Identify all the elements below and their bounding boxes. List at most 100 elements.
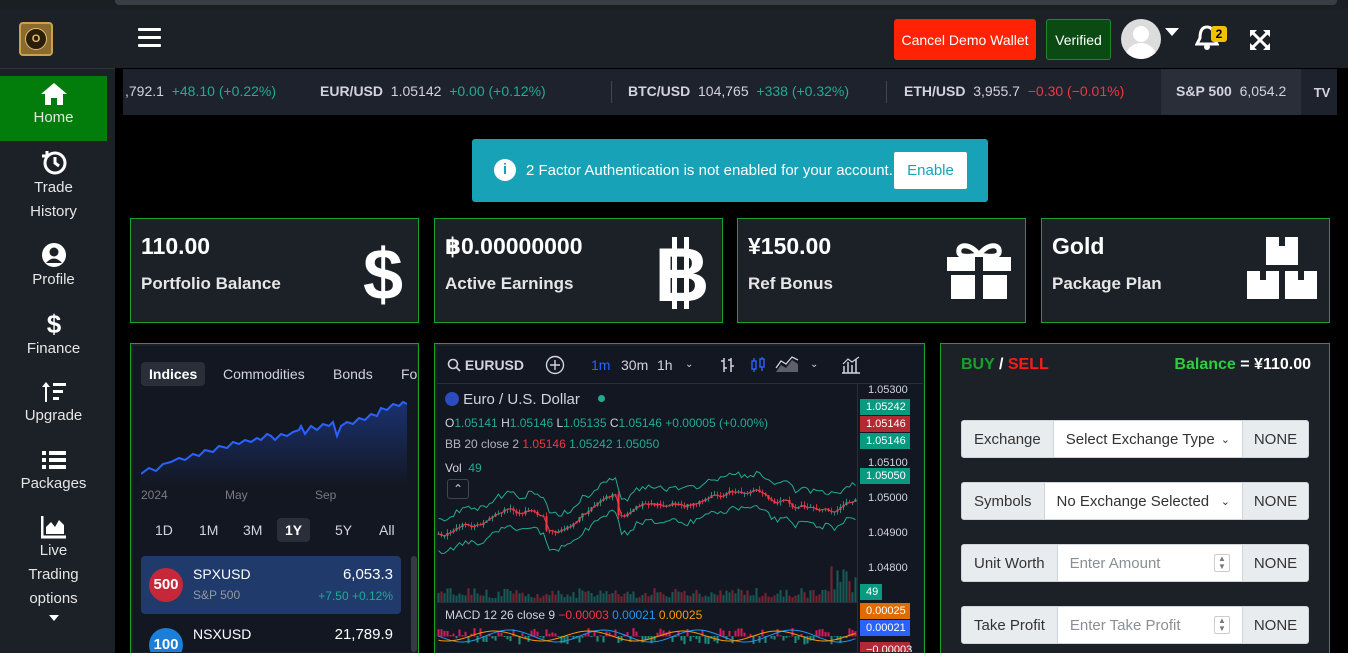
- interval-1h[interactable]: 1h: [657, 357, 673, 373]
- volume-bar: [578, 588, 581, 602]
- volume-bar: [548, 595, 551, 602]
- menu-icon[interactable]: [138, 28, 161, 48]
- candle: [728, 487, 731, 496]
- cancel-demo-wallet-button[interactable]: Cancel Demo Wallet: [894, 19, 1036, 60]
- indicators-icon[interactable]: [841, 356, 861, 377]
- sidebar-item-label: Upgrade: [24, 407, 83, 424]
- enable-2fa-button[interactable]: Enable: [894, 152, 967, 189]
- macd-bar: [704, 636, 707, 644]
- ticker-item[interactable]: BTC/USD 104,765 +338 (+0.32%): [628, 83, 849, 99]
- symbols-row: Symbols No Exchange Selected ⌄ NONE: [961, 482, 1309, 520]
- volume-bar: [785, 589, 788, 602]
- card-label: Active Earnings: [445, 274, 574, 293]
- volume-bar: [818, 594, 821, 602]
- macd-bar: [692, 636, 695, 638]
- tab-indices[interactable]: Indices: [141, 362, 206, 386]
- number-spinner-icon[interactable]: ▲ ▼: [1214, 554, 1230, 572]
- ticker-item[interactable]: ,792.1 +48.10 (+0.22%): [125, 83, 276, 99]
- macd-bar: [680, 636, 683, 641]
- symbols-suffix: NONE: [1243, 482, 1309, 520]
- quote-row[interactable]: 100 NSXUSD 21,789.9: [141, 616, 401, 652]
- home-icon: [40, 83, 67, 105]
- macd-bar: [545, 629, 548, 637]
- avatar[interactable]: [1121, 19, 1161, 59]
- macd-bar: [443, 630, 446, 637]
- chevron-down-icon[interactable]: ⌄: [810, 359, 818, 370]
- notification-count-badge: 2: [1211, 26, 1227, 42]
- candle: [650, 499, 653, 506]
- range-1y[interactable]: 1Y: [277, 518, 311, 542]
- buy-label[interactable]: BUY: [961, 356, 995, 373]
- sidebar-item-upgrade[interactable]: Upgrade: [0, 380, 107, 430]
- price-tag: −0.00003: [860, 642, 912, 652]
- tradingview-logo-icon[interactable]: TV: [1307, 69, 1337, 115]
- chevron-down-icon[interactable]: [1165, 28, 1179, 36]
- macd-bar: [590, 636, 593, 638]
- ticker-item[interactable]: EUR/USD 1.05142 +0.00 (+0.12%): [320, 83, 546, 99]
- symbols-select[interactable]: No Exchange Selected ⌄: [1044, 482, 1243, 520]
- volume-bar: [824, 589, 827, 602]
- number-spinner-icon[interactable]: ▲ ▼: [1214, 616, 1230, 634]
- volume-bar: [740, 590, 743, 602]
- sidebar-item-live-trading[interactable]: Live Trading options: [0, 515, 107, 635]
- volume-bar: [845, 571, 848, 602]
- tab-bonds[interactable]: Bonds: [325, 362, 381, 386]
- take-profit-suffix: NONE: [1243, 606, 1309, 644]
- scrollbar[interactable]: [411, 556, 417, 652]
- verified-badge[interactable]: Verified: [1046, 19, 1111, 60]
- chevron-down-icon: [48, 615, 59, 621]
- exchange-select[interactable]: Select Exchange Type ⌄: [1053, 420, 1243, 458]
- range-5y[interactable]: 5Y: [327, 518, 360, 542]
- macd-bar: [614, 629, 617, 637]
- macd-bar: [749, 633, 752, 637]
- compare-icon[interactable]: [545, 355, 565, 378]
- volume-bar: [557, 590, 560, 602]
- unit-worth-input[interactable]: Enter Amount ▲ ▼: [1057, 544, 1243, 582]
- range-1d[interactable]: 1D: [147, 518, 181, 542]
- range-all[interactable]: All: [371, 518, 403, 542]
- volume-bar: [728, 592, 731, 602]
- ticker-tape[interactable]: ,792.1 +48.10 (+0.22%) EUR/USD 1.05142 +…: [123, 69, 1337, 115]
- volume-bar: [716, 595, 719, 602]
- symbol-search[interactable]: EURUSD: [447, 357, 524, 373]
- fullscreen-icon[interactable]: [1248, 28, 1272, 57]
- sidebar-item-trade-history[interactable]: Trade History: [0, 150, 107, 222]
- volume-bar: [797, 594, 800, 602]
- sell-label[interactable]: SELL: [1008, 356, 1049, 373]
- candle: [803, 501, 806, 510]
- take-profit-input[interactable]: Enter Take Profit ▲ ▼: [1057, 606, 1243, 644]
- tab-forex[interactable]: Fo: [393, 362, 417, 386]
- brand-logo[interactable]: O: [19, 22, 53, 56]
- volume-bar: [554, 594, 557, 602]
- macd-bar: [458, 629, 461, 637]
- range-1m[interactable]: 1M: [191, 518, 226, 542]
- volume-bar: [614, 590, 617, 602]
- interval-30m[interactable]: 30m: [621, 357, 648, 373]
- symbols-label: Symbols: [961, 482, 1045, 520]
- macd-bar: [461, 635, 464, 637]
- collapse-legend-button[interactable]: ⌃: [447, 479, 469, 499]
- price-axis[interactable]: 1.05300 1.05100 1.05000 1.04900 1.04800 …: [857, 384, 923, 652]
- area-chart-icon[interactable]: [775, 356, 799, 377]
- ticker-item[interactable]: S&P 500 6,054.2: [1161, 69, 1302, 115]
- candles-icon[interactable]: [749, 356, 767, 377]
- sidebar-item-home[interactable]: Home: [0, 76, 107, 141]
- sidebar-item-packages[interactable]: Packages: [0, 448, 107, 498]
- boxes-icon: [1247, 237, 1317, 306]
- quote-row[interactable]: 500 SPXUSD S&P 500 6,053.3 +7.50 +0.12%: [141, 556, 401, 614]
- buy-sell-title: BUY / SELL: [961, 356, 1049, 373]
- volume-bar: [443, 593, 446, 602]
- sidebar-item-profile[interactable]: Profile: [0, 242, 107, 292]
- interval-1m[interactable]: 1m: [591, 357, 610, 373]
- candle: [734, 488, 737, 495]
- sidebar-item-finance[interactable]: $ Finance: [0, 311, 107, 361]
- volume-bar: [449, 588, 452, 602]
- macd-bar: [668, 630, 671, 637]
- price-chart-widget: EURUSD 1m 30m 1h ⌄ ⌄ Euro / U.S. Dollar …: [437, 346, 923, 652]
- chevron-down-icon[interactable]: ⌄: [685, 359, 693, 370]
- ticker-item[interactable]: ETH/USD 3,955.7 −0.30 (−0.01%): [904, 83, 1124, 99]
- macd-bar: [506, 636, 509, 640]
- range-3m[interactable]: 3M: [235, 518, 270, 542]
- bar-chart-type-icon[interactable]: [719, 356, 737, 377]
- tab-commodities[interactable]: Commodities: [215, 362, 313, 386]
